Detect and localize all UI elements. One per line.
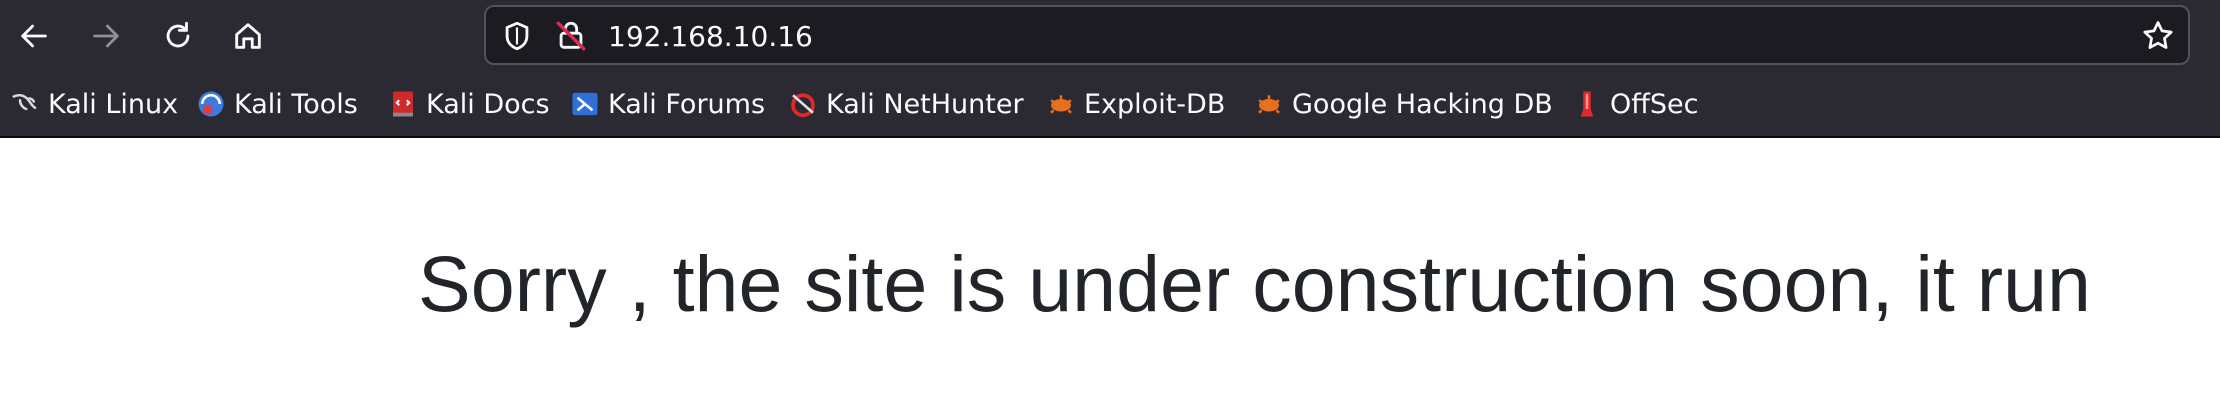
bookmark-label: OffSec xyxy=(1610,88,1699,120)
page-content: Sorry , the site is under construction s… xyxy=(0,138,2220,408)
bookmark-kali-linux[interactable]: Kali Linux xyxy=(10,84,178,124)
bookmark-label: Google Hacking DB xyxy=(1292,88,1553,120)
kali-nethunter-icon xyxy=(788,89,818,119)
ghdb-icon xyxy=(1254,89,1284,119)
kali-forums-icon xyxy=(570,89,600,119)
bookmark-offsec[interactable]: OffSec xyxy=(1572,84,1698,124)
bookmarks-toolbar: Kali Linux Kali Tools Kali Docs Kali For… xyxy=(0,70,2220,138)
kali-dragon-icon xyxy=(10,89,40,119)
bookmark-label: Kali Linux xyxy=(48,88,179,120)
bookmark-kali-docs[interactable]: Kali Docs xyxy=(388,84,550,124)
bookmark-label: Kali Docs xyxy=(426,88,550,120)
bookmark-exploit-db[interactable]: Exploit-DB xyxy=(1046,84,1225,124)
reload-icon xyxy=(166,21,190,48)
forward-button[interactable] xyxy=(76,6,136,66)
navigation-toolbar: 192.168.10.16 xyxy=(0,0,2220,70)
bookmark-label: Exploit-DB xyxy=(1084,88,1226,120)
home-icon xyxy=(235,23,261,49)
shield-icon[interactable] xyxy=(500,19,534,53)
kali-tools-icon xyxy=(196,89,226,119)
arrow-left-icon xyxy=(21,24,47,48)
bookmark-google-hacking-db[interactable]: Google Hacking DB xyxy=(1254,84,1553,124)
arrow-right-icon xyxy=(93,24,119,48)
home-button[interactable] xyxy=(218,6,278,66)
bookmark-label: Kali Tools xyxy=(234,88,358,120)
star-icon[interactable] xyxy=(2140,18,2176,54)
kali-docs-icon xyxy=(388,89,418,119)
exploit-db-icon xyxy=(1046,89,1076,119)
reload-button[interactable] xyxy=(148,6,208,66)
bookmark-kali-forums[interactable]: Kali Forums xyxy=(570,84,765,124)
page-headline: Sorry , the site is under construction s… xyxy=(418,239,2091,328)
insecure-lock-icon[interactable] xyxy=(554,19,588,53)
browser-window: 192.168.10.16 Kali Linux Kali Tools Kali… xyxy=(0,0,2220,408)
offsec-icon xyxy=(1572,89,1602,119)
bookmark-label: Kali NetHunter xyxy=(826,88,1024,120)
bookmark-kali-nethunter[interactable]: Kali NetHunter xyxy=(788,84,1024,124)
bookmark-kali-tools[interactable]: Kali Tools xyxy=(196,84,358,124)
url-bar[interactable]: 192.168.10.16 xyxy=(484,5,2190,65)
back-button[interactable] xyxy=(4,6,64,66)
url-text[interactable]: 192.168.10.16 xyxy=(608,20,813,53)
bookmark-label: Kali Forums xyxy=(608,88,766,120)
